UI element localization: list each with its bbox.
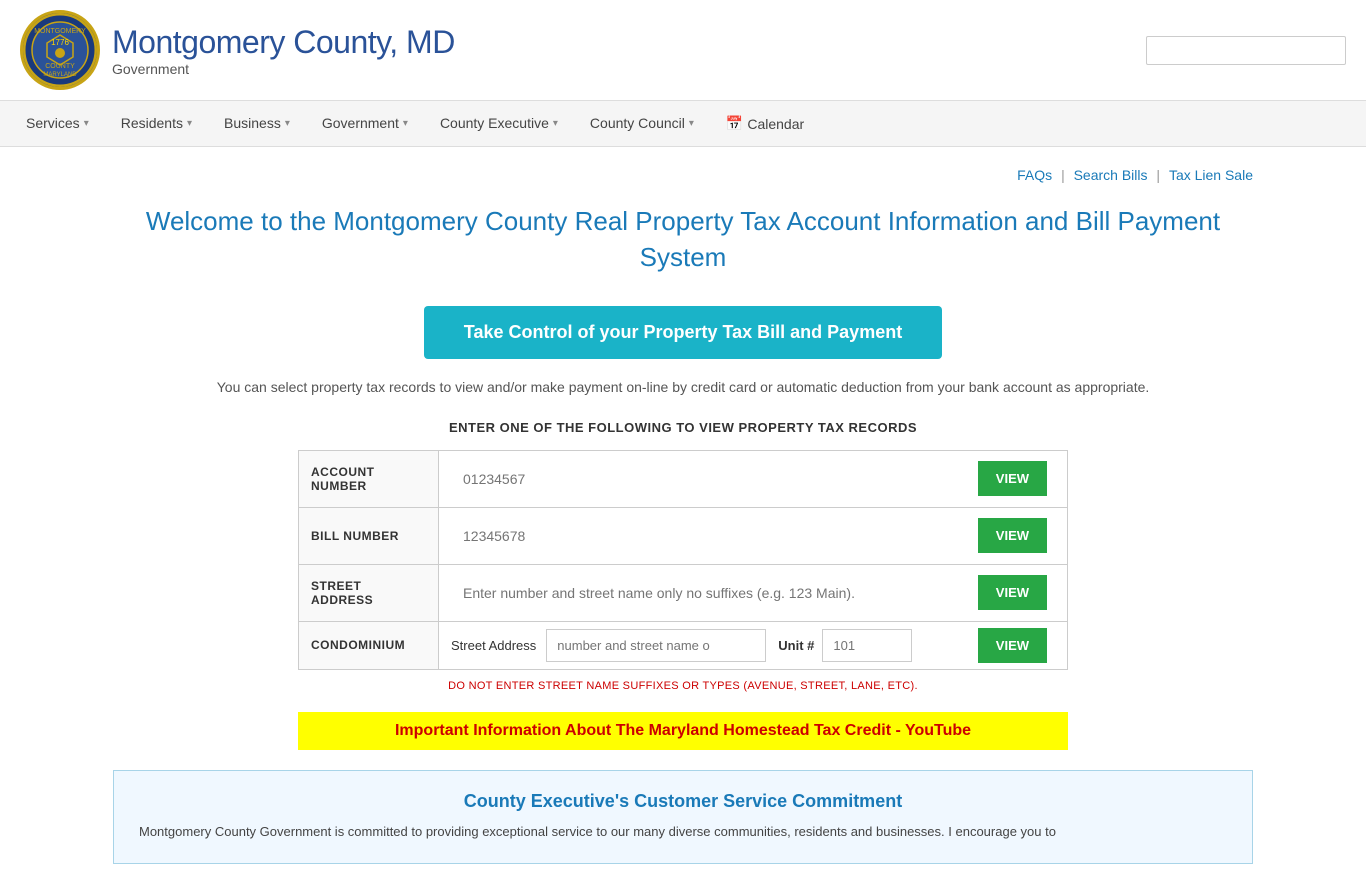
chevron-icon-services: ▾ xyxy=(84,118,89,129)
nav-label-services: Services xyxy=(26,115,80,131)
nav-link-services[interactable]: Services ▾ xyxy=(10,101,105,145)
nav-label-county-executive: County Executive xyxy=(440,115,549,131)
site-header: MONTGOMERY COUNTY MARYLAND 1776 Montgome… xyxy=(0,0,1366,101)
main-content: FAQs | Search Bills | Tax Lien Sale Welc… xyxy=(83,147,1283,894)
street-address-view-cell: VIEW xyxy=(966,564,1068,621)
bill-number-label: BILL NUMBER xyxy=(299,507,439,564)
logo-svg: MONTGOMERY COUNTY MARYLAND 1776 xyxy=(23,13,97,87)
condominium-input-cell: Street Address Unit # xyxy=(439,621,966,669)
nav-link-county-executive[interactable]: County Executive ▾ xyxy=(424,101,574,145)
cta-button[interactable]: Take Control of your Property Tax Bill a… xyxy=(424,306,942,359)
condo-unit-input[interactable] xyxy=(822,629,912,662)
chevron-icon-business: ▾ xyxy=(285,118,290,129)
page-title: Welcome to the Montgomery County Real Pr… xyxy=(113,203,1253,276)
account-number-label: ACCOUNT NUMBER xyxy=(299,450,439,507)
search-bills-link[interactable]: Search Bills xyxy=(1074,167,1148,183)
nav-link-government[interactable]: Government ▾ xyxy=(306,101,424,145)
street-address-input-cell xyxy=(439,564,966,621)
account-number-input-cell xyxy=(439,450,966,507)
account-number-view-cell: VIEW xyxy=(966,450,1068,507)
nav-link-business[interactable]: Business ▾ xyxy=(208,101,306,145)
account-number-view-button[interactable]: VIEW xyxy=(978,461,1047,496)
condo-inputs: Street Address Unit # xyxy=(451,629,954,662)
logo-area: MONTGOMERY COUNTY MARYLAND 1776 Montgome… xyxy=(20,10,455,90)
bill-number-input[interactable] xyxy=(451,518,954,554)
condominium-view-cell: VIEW xyxy=(966,621,1068,669)
account-number-input[interactable] xyxy=(451,461,954,497)
header-search-area xyxy=(1146,36,1346,65)
info-box-text: Montgomery County Government is committe… xyxy=(139,822,1227,843)
nav-item-calendar[interactable]: 📅 Calendar xyxy=(710,101,820,146)
bill-number-input-cell xyxy=(439,507,966,564)
info-box: County Executive's Customer Service Comm… xyxy=(113,770,1253,864)
nav-item-residents[interactable]: Residents ▾ xyxy=(105,101,208,146)
main-nav: Services ▾ Residents ▾ Business ▾ Govern… xyxy=(0,101,1366,147)
tax-lien-sale-link[interactable]: Tax Lien Sale xyxy=(1169,167,1253,183)
condo-street-input[interactable] xyxy=(546,629,766,662)
top-links: FAQs | Search Bills | Tax Lien Sale xyxy=(113,167,1253,183)
condo-street-label: Street Address xyxy=(451,638,546,653)
chevron-icon-residents: ▾ xyxy=(187,118,192,129)
header-search-input[interactable] xyxy=(1146,36,1346,65)
svg-text:1776: 1776 xyxy=(51,38,69,47)
chevron-icon-county-council: ▾ xyxy=(689,118,694,129)
separator-2: | xyxy=(1156,167,1164,183)
svg-text:MONTGOMERY: MONTGOMERY xyxy=(34,28,86,35)
nav-label-county-council: County Council xyxy=(590,115,685,131)
nav-label-business: Business xyxy=(224,115,281,131)
warning-text: DO NOT ENTER STREET NAME SUFFIXES OR TYP… xyxy=(113,680,1253,692)
street-address-view-button[interactable]: VIEW xyxy=(978,575,1047,610)
faqs-link[interactable]: FAQs xyxy=(1017,167,1052,183)
yellow-notice[interactable]: Important Information About The Maryland… xyxy=(298,712,1068,750)
site-subtitle: Government xyxy=(112,61,455,77)
nav-label-calendar: Calendar xyxy=(747,116,804,132)
form-section-title: ENTER ONE OF THE FOLLOWING TO VIEW PROPE… xyxy=(113,420,1253,435)
bill-number-view-cell: VIEW xyxy=(966,507,1068,564)
condo-unit-label: Unit # xyxy=(766,638,822,653)
info-box-title: County Executive's Customer Service Comm… xyxy=(139,791,1227,812)
county-logo: MONTGOMERY COUNTY MARYLAND 1776 xyxy=(20,10,100,90)
bill-number-row: BILL NUMBER VIEW xyxy=(299,507,1068,564)
nav-link-residents[interactable]: Residents ▾ xyxy=(105,101,208,145)
nav-item-business[interactable]: Business ▾ xyxy=(208,101,306,146)
nav-item-services[interactable]: Services ▾ xyxy=(10,101,105,146)
nav-item-county-council[interactable]: County Council ▾ xyxy=(574,101,710,146)
logo-text: Montgomery County, MD Government xyxy=(112,24,455,77)
chevron-icon-government: ▾ xyxy=(403,118,408,129)
condominium-row: CONDOMINIUM Street Address Unit # VIEW xyxy=(299,621,1068,669)
site-title: Montgomery County, MD xyxy=(112,24,455,61)
nav-link-county-council[interactable]: County Council ▾ xyxy=(574,101,710,145)
separator-1: | xyxy=(1061,167,1069,183)
street-address-input[interactable] xyxy=(451,575,954,611)
street-address-row: STREET ADDRESS VIEW xyxy=(299,564,1068,621)
svg-text:MARYLAND: MARYLAND xyxy=(43,72,77,78)
nav-link-calendar[interactable]: 📅 Calendar xyxy=(710,101,820,146)
subtitle-text: You can select property tax records to v… xyxy=(113,379,1253,395)
chevron-icon-county-executive: ▾ xyxy=(553,118,558,129)
calendar-icon: 📅 xyxy=(726,115,743,132)
search-table: ACCOUNT NUMBER VIEW BILL NUMBER VIEW xyxy=(298,450,1068,670)
cta-wrapper: Take Control of your Property Tax Bill a… xyxy=(113,306,1253,359)
condominium-label: CONDOMINIUM xyxy=(299,621,439,669)
nav-item-county-executive[interactable]: County Executive ▾ xyxy=(424,101,574,146)
bill-number-view-button[interactable]: VIEW xyxy=(978,518,1047,553)
nav-label-government: Government xyxy=(322,115,399,131)
nav-item-government[interactable]: Government ▾ xyxy=(306,101,424,146)
condominium-view-button[interactable]: VIEW xyxy=(978,628,1047,663)
account-number-row: ACCOUNT NUMBER VIEW xyxy=(299,450,1068,507)
street-address-label: STREET ADDRESS xyxy=(299,564,439,621)
nav-label-residents: Residents xyxy=(121,115,183,131)
